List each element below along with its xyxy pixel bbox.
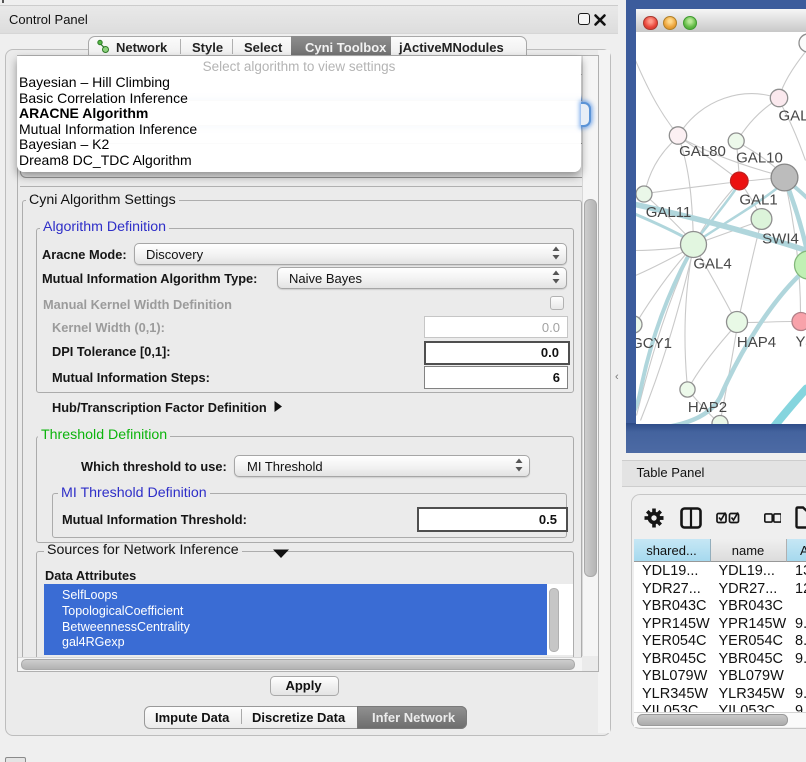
svg-text:GAL10: GAL10 bbox=[736, 149, 783, 166]
svg-text:YJ: YJ bbox=[795, 333, 806, 350]
svg-text:SWI4: SWI4 bbox=[762, 230, 799, 247]
svg-text:GAL7: GAL7 bbox=[778, 107, 806, 124]
svg-text:GAL4: GAL4 bbox=[693, 255, 731, 272]
svg-text:HAP2: HAP2 bbox=[687, 399, 726, 416]
svg-text:GAL1: GAL1 bbox=[739, 191, 777, 208]
svg-text:GAL11: GAL11 bbox=[645, 204, 691, 221]
svg-text:GCY1: GCY1 bbox=[636, 335, 672, 352]
svg-text:GAL80: GAL80 bbox=[679, 143, 726, 160]
svg-text:HAP4: HAP4 bbox=[736, 334, 775, 351]
